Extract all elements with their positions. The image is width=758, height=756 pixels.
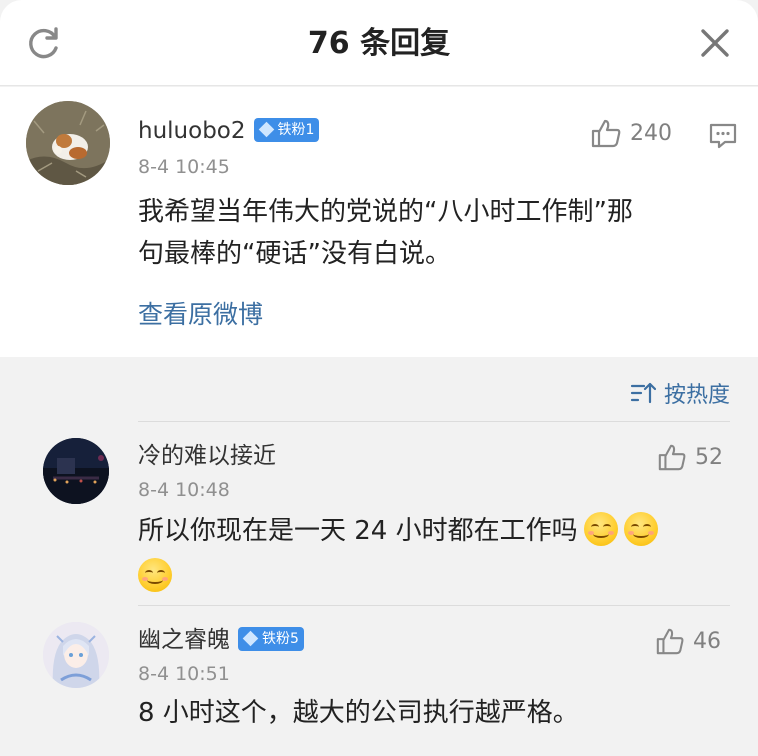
avatar-image	[43, 438, 109, 504]
fan-badge[interactable]: 铁粉1	[253, 117, 320, 142]
post-time: 8-4 10:45	[138, 156, 230, 178]
avatar[interactable]	[43, 438, 109, 504]
sort-label: 按热度	[663, 383, 730, 408]
post-content-line: 我希望当年伟大的党说的“八小时工作制”那	[138, 197, 633, 227]
reply-item: 幽之睿魄 铁粉5 8-4 10:51 46 8 小时这个，越大的公司执行越严格。	[0, 606, 758, 756]
like-count: 46	[693, 628, 721, 654]
badge-label: 铁粉1	[277, 121, 315, 138]
username[interactable]: 幽之睿魄	[138, 627, 230, 653]
post-content-line: 句最棒的“硬话”没有白说。	[138, 239, 451, 269]
like-button[interactable]: 52	[657, 442, 723, 472]
smile-emoji-icon	[138, 557, 172, 592]
like-button[interactable]: 46	[655, 626, 721, 656]
post-content: 我希望当年伟大的党说的“八小时工作制”那 句最棒的“硬话”没有白说。	[138, 191, 633, 275]
reply-time: 8-4 10:48	[138, 479, 230, 501]
badge-label: 铁粉5	[262, 630, 299, 647]
diamond-icon	[242, 630, 259, 647]
sort-bar: 按热度	[0, 357, 758, 421]
main-comment: huluobo2 铁粉1 8-4 10:45 240 我希望当年伟大的党说的“八小…	[0, 87, 758, 357]
sort-icon	[630, 382, 656, 404]
reply-content: 8 小时这个，越大的公司执行越严格。	[138, 698, 579, 728]
thumbs-up-icon	[591, 119, 621, 148]
like-button[interactable]: 240	[590, 117, 672, 149]
like-count: 240	[630, 120, 672, 146]
reply-author[interactable]: 幽之睿魄 铁粉5	[138, 626, 304, 654]
smile-emoji-icon	[623, 511, 658, 546]
diamond-icon	[258, 121, 274, 138]
sort-button[interactable]: 按热度	[630, 377, 730, 409]
avatar[interactable]	[26, 101, 110, 185]
post-author[interactable]: huluobo2 铁粉1	[138, 117, 320, 145]
comment-icon[interactable]	[708, 122, 738, 150]
reply-content: 所以你现在是一天 24 小时都在工作吗	[138, 508, 658, 600]
reply-author[interactable]: 冷的难以接近	[138, 442, 276, 470]
reply-item: 冷的难以接近 8-4 10:48 52 所以你现在是一天 24 小时都在工作吗	[0, 422, 758, 606]
avatar[interactable]	[43, 622, 109, 688]
close-icon[interactable]	[698, 26, 732, 60]
replies-panel: 76 条回复 huluobo2 铁粉1 8-4 10:45 240 我希望当年伟…	[0, 0, 758, 756]
thumbs-up-icon	[658, 444, 686, 471]
panel-header: 76 条回复	[0, 0, 758, 86]
username[interactable]: huluobo2	[138, 118, 246, 144]
reply-time: 8-4 10:51	[138, 663, 230, 685]
smile-emoji-icon	[583, 511, 618, 546]
avatar-image	[43, 622, 109, 688]
avatar-image	[26, 101, 110, 185]
like-count: 52	[695, 444, 723, 470]
thumbs-up-icon	[656, 628, 684, 655]
fan-badge[interactable]: 铁粉5	[238, 626, 304, 651]
view-original-link[interactable]: 查看原微博	[138, 299, 263, 331]
reply-text: 所以你现在是一天 24 小时都在工作吗	[138, 516, 578, 546]
page-title: 76 条回复	[307, 26, 451, 61]
